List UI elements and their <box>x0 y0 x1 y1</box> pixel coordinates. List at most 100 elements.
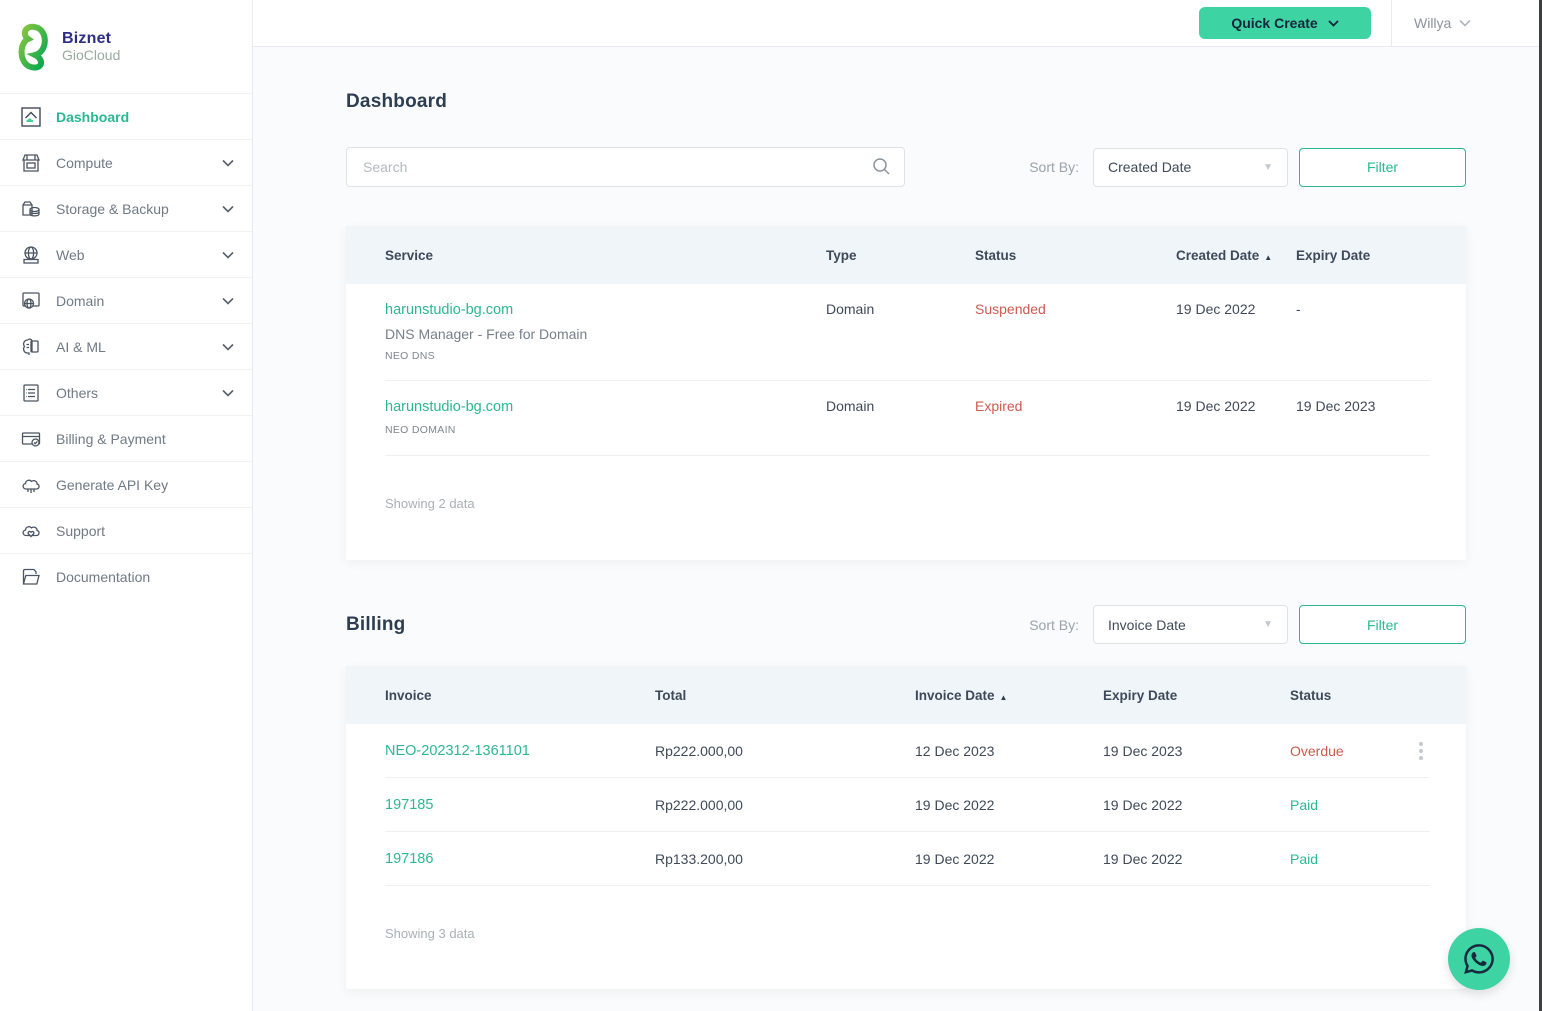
column-header-type[interactable]: Type <box>826 248 975 263</box>
topbar: Quick Create Willya <box>253 0 1542 47</box>
others-icon <box>20 382 42 404</box>
sidebar-item-ai-ml[interactable]: AI & ML <box>0 323 252 369</box>
column-header-created-date[interactable]: Created Date▲ <box>1176 248 1296 263</box>
sidebar-item-compute[interactable]: Compute <box>0 139 252 185</box>
sidebar-item-dashboard[interactable]: Dashboard <box>0 93 252 139</box>
invoice-link[interactable]: NEO-202312-1361101 <box>385 743 655 759</box>
whatsapp-button[interactable] <box>1448 928 1510 990</box>
sidebar-item-label: Web <box>56 247 222 263</box>
service-link[interactable]: harunstudio-bg.com <box>385 302 513 318</box>
dashboard-controls: Sort By: Created Date ▼ Filter <box>346 147 1466 187</box>
chevron-down-icon <box>222 159 234 167</box>
invoice-link[interactable]: 197185 <box>385 797 655 813</box>
brand-logo[interactable]: Biznet GioCloud <box>0 0 252 93</box>
expiry-date: - <box>1296 301 1430 317</box>
service-category: NEO DOMAIN <box>385 424 826 436</box>
page-title: Dashboard <box>346 91 1466 113</box>
chevron-down-icon <box>222 205 234 213</box>
billing-section-head: Billing Sort By: Invoice Date ▼ Filter <box>346 605 1466 644</box>
ai-ml-icon <box>20 336 42 358</box>
column-header-invoice[interactable]: Invoice <box>385 688 655 703</box>
support-icon <box>20 520 42 542</box>
search-input[interactable] <box>346 147 905 187</box>
sidebar-item-label: Generate API Key <box>56 477 234 493</box>
column-header-status[interactable]: Status <box>1290 688 1412 703</box>
compute-icon <box>20 152 42 174</box>
storage-icon <box>20 198 42 220</box>
invoice-date: 12 Dec 2023 <box>915 743 1103 759</box>
sort-select[interactable]: Created Date ▼ <box>1093 148 1288 187</box>
search-wrap <box>346 147 905 187</box>
sort-by-label: Sort By: <box>1029 617 1079 633</box>
sidebar-item-domain[interactable]: Domain <box>0 277 252 323</box>
created-date: 19 Dec 2022 <box>1176 398 1296 414</box>
sidebar-item-others[interactable]: Others <box>0 369 252 415</box>
status-badge: Suspended <box>975 301 1176 317</box>
table-row: harunstudio-bg.com DNS Manager - Free fo… <box>346 284 1466 380</box>
row-count-text: Showing 3 data <box>346 886 1466 989</box>
user-name: Willya <box>1414 15 1451 31</box>
quick-create-button[interactable]: Quick Create <box>1199 7 1371 39</box>
status-badge: Paid <box>1290 851 1412 867</box>
sidebar-item-support[interactable]: Support <box>0 507 252 553</box>
search-icon <box>872 157 891 176</box>
service-link[interactable]: harunstudio-bg.com <box>385 399 513 415</box>
chevron-down-icon <box>222 251 234 259</box>
sidebar-item-web[interactable]: Web <box>0 231 252 277</box>
row-menu-icon[interactable] <box>1412 738 1430 764</box>
invoice-link[interactable]: 197186 <box>385 851 655 867</box>
filter-button[interactable]: Filter <box>1299 148 1466 187</box>
billing-table: Invoice Total Invoice Date▲ Expiry Date … <box>346 666 1466 989</box>
service-category: NEO DNS <box>385 350 826 362</box>
chevron-down-icon <box>222 297 234 305</box>
chevron-down-icon <box>1459 19 1471 27</box>
user-menu[interactable]: Willya <box>1392 15 1542 31</box>
sort-asc-icon: ▲ <box>1264 253 1272 262</box>
column-header-service[interactable]: Service <box>385 248 826 263</box>
sidebar-item-generate-api-key[interactable]: Generate API Key <box>0 461 252 507</box>
services-table: Service Type Status Created Date▲ Expiry… <box>346 226 1466 560</box>
sidebar-item-label: Compute <box>56 155 222 171</box>
billing-table-header: Invoice Total Invoice Date▲ Expiry Date … <box>346 666 1466 724</box>
created-date: 19 Dec 2022 <box>1176 301 1296 317</box>
expiry-date: 19 Dec 2022 <box>1103 851 1290 867</box>
documentation-icon <box>20 566 42 588</box>
select-arrow-icon: ▼ <box>1263 619 1273 630</box>
sidebar-item-label: Documentation <box>56 569 234 585</box>
billing-icon <box>20 428 42 450</box>
column-header-invoice-date[interactable]: Invoice Date▲ <box>915 688 1103 703</box>
table-row: 197186 Rp133.200,00 19 Dec 2022 19 Dec 2… <box>346 832 1466 885</box>
expiry-date: 19 Dec 2023 <box>1103 743 1290 759</box>
chevron-down-icon <box>1328 20 1339 27</box>
domain-icon <box>20 290 42 312</box>
sort-by-label: Sort By: <box>1029 159 1079 175</box>
column-header-total[interactable]: Total <box>655 688 915 703</box>
invoice-total: Rp222.000,00 <box>655 797 915 813</box>
chevron-down-icon <box>222 389 234 397</box>
sidebar-item-label: Dashboard <box>56 109 234 125</box>
expiry-date: 19 Dec 2022 <box>1103 797 1290 813</box>
status-badge: Overdue <box>1290 743 1412 759</box>
column-header-expiry-date[interactable]: Expiry Date <box>1103 688 1290 703</box>
column-header-expiry-date[interactable]: Expiry Date <box>1296 248 1430 263</box>
chevron-down-icon <box>222 343 234 351</box>
service-type: Domain <box>826 301 975 317</box>
sort-select-value: Created Date <box>1108 159 1191 175</box>
whatsapp-icon <box>1462 942 1496 976</box>
status-badge: Expired <box>975 398 1176 414</box>
sidebar-item-storage-backup[interactable]: Storage & Backup <box>0 185 252 231</box>
column-header-status[interactable]: Status <box>975 248 1176 263</box>
biznet-logo-icon <box>17 22 53 72</box>
app-window: Biznet GioCloud Dashboard <box>0 0 1542 1011</box>
sidebar-item-documentation[interactable]: Documentation <box>0 553 252 599</box>
service-description: DNS Manager - Free for Domain <box>385 326 826 342</box>
row-count-text: Showing 2 data <box>346 456 1466 560</box>
invoice-date: 19 Dec 2022 <box>915 851 1103 867</box>
brand-name: Biznet <box>62 31 120 48</box>
services-table-header: Service Type Status Created Date▲ Expiry… <box>346 226 1466 284</box>
billing-title: Billing <box>346 605 405 644</box>
invoice-total: Rp133.200,00 <box>655 851 915 867</box>
billing-sort-select[interactable]: Invoice Date ▼ <box>1093 605 1288 644</box>
sidebar-item-billing-payment[interactable]: Billing & Payment <box>0 415 252 461</box>
billing-filter-button[interactable]: Filter <box>1299 605 1466 644</box>
